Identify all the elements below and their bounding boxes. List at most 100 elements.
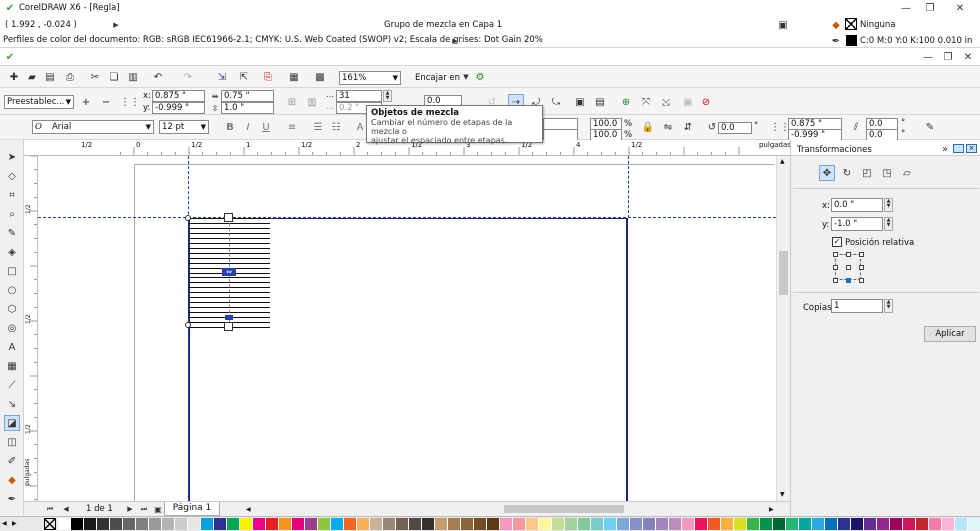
- prev-page-icon[interactable]: ◀: [58, 501, 74, 517]
- minimize-icon[interactable]: —: [898, 0, 914, 16]
- guideline-vertical-right[interactable]: [628, 156, 629, 218]
- docker-y-input[interactable]: -1.0 ": [831, 217, 883, 231]
- bullet-list-icon[interactable]: ☰: [310, 119, 326, 135]
- remove-preset-icon[interactable]: −: [98, 94, 114, 110]
- node-top-left[interactable]: [185, 215, 191, 221]
- palette-swatch[interactable]: [84, 518, 97, 530]
- palette-swatch[interactable]: [617, 518, 630, 530]
- palette-swatch[interactable]: [370, 518, 383, 530]
- palette-swatch[interactable]: [916, 518, 929, 530]
- palette-swatch[interactable]: [864, 518, 877, 530]
- anchor-grid[interactable]: [833, 252, 864, 283]
- save-icon[interactable]: ▤: [42, 69, 58, 85]
- palette-swatch[interactable]: [669, 518, 682, 530]
- palette-swatch[interactable]: [851, 518, 864, 530]
- vertical-scrollbar[interactable]: ▲ ▼: [776, 156, 790, 501]
- transparency-tool-icon[interactable]: ◫: [4, 434, 20, 450]
- palette-swatch[interactable]: [422, 518, 435, 530]
- rotation-input[interactable]: 0.0: [718, 122, 752, 134]
- numbered-list-icon[interactable]: ☷: [328, 119, 344, 135]
- text-options-icon[interactable]: ✎: [922, 119, 938, 135]
- maximize-icon[interactable]: ❐: [922, 0, 938, 16]
- more-blend-options-icon[interactable]: ⤩: [658, 94, 674, 110]
- skew-transform-icon[interactable]: ▱: [899, 165, 915, 181]
- palette-swatch[interactable]: [266, 518, 279, 530]
- docker-minimize-icon[interactable]: [953, 144, 964, 153]
- palette-swatch[interactable]: [929, 518, 942, 530]
- palette-swatch[interactable]: [903, 518, 916, 530]
- page-tab[interactable]: Página 1: [164, 502, 220, 516]
- palette-swatch[interactable]: [279, 518, 292, 530]
- docker-y-spinner[interactable]: ▲ ▼: [884, 217, 893, 231]
- size-transform-icon[interactable]: ◳: [879, 165, 895, 181]
- lock-ratio-icon[interactable]: ⊞: [284, 94, 300, 110]
- italic-icon[interactable]: I: [240, 119, 256, 135]
- no-color-swatch[interactable]: [44, 518, 56, 530]
- export-icon[interactable]: ⇱: [236, 69, 252, 85]
- apply-button[interactable]: Aplicar: [924, 326, 976, 342]
- palette-swatch[interactable]: [162, 518, 175, 530]
- palette-swatch[interactable]: [825, 518, 838, 530]
- cut-icon[interactable]: ✂: [87, 69, 103, 85]
- smart-fill-tool-icon[interactable]: ◈: [4, 244, 20, 260]
- dimension-tool-icon[interactable]: ⟋: [4, 377, 20, 393]
- basic-shapes-tool-icon[interactable]: ◎: [4, 320, 20, 336]
- palette-swatch[interactable]: [344, 518, 357, 530]
- welcome-screen-icon[interactable]: ▩: [312, 69, 328, 85]
- palette-swatch[interactable]: [58, 518, 71, 530]
- docker-x-spinner[interactable]: ▲ ▼: [884, 198, 893, 212]
- font-size-select[interactable]: 12 pt ▼: [159, 120, 209, 134]
- copies-spinner[interactable]: ▲ ▼: [884, 299, 893, 313]
- text-tool-icon[interactable]: A: [4, 339, 20, 355]
- scale-transform-icon[interactable]: ◰: [859, 165, 875, 181]
- palette-swatch[interactable]: [708, 518, 721, 530]
- palette-swatch[interactable]: [747, 518, 760, 530]
- palette-swatch[interactable]: [682, 518, 695, 530]
- palette-swatch[interactable]: [565, 518, 578, 530]
- connector-tool-icon[interactable]: ↘: [4, 396, 20, 412]
- palette-swatch[interactable]: [721, 518, 734, 530]
- palette-swatch[interactable]: [877, 518, 890, 530]
- shape-tool-icon[interactable]: ◇: [4, 168, 20, 184]
- palette-swatch[interactable]: [890, 518, 903, 530]
- table-tool-icon[interactable]: ▦: [4, 358, 20, 374]
- path-properties-icon[interactable]: ⤧: [638, 94, 654, 110]
- node-bottom-left[interactable]: [185, 322, 191, 328]
- palette-swatch[interactable]: [643, 518, 656, 530]
- fill-none-swatch[interactable]: [845, 18, 857, 30]
- palette-swatch[interactable]: [318, 518, 331, 530]
- doc-minimize-icon[interactable]: —: [920, 49, 936, 65]
- polygon-tool-icon[interactable]: ⬡: [4, 301, 20, 317]
- y-position-input[interactable]: -0.999 ": [152, 102, 205, 114]
- width-input[interactable]: 0.75 ": [221, 90, 274, 102]
- palette-swatch[interactable]: [799, 518, 812, 530]
- copy-icon[interactable]: ❏: [106, 69, 122, 85]
- guideline-horizontal[interactable]: [38, 217, 776, 218]
- palette-swatch[interactable]: [604, 518, 617, 530]
- palette-swatch[interactable]: [188, 518, 201, 530]
- palette-swatch[interactable]: [357, 518, 370, 530]
- accel-size-icon[interactable]: ▤: [592, 94, 608, 110]
- palette-swatch[interactable]: [955, 518, 968, 530]
- palette-swatch[interactable]: [110, 518, 123, 530]
- palette-swatch[interactable]: [461, 518, 474, 530]
- palette-swatch[interactable]: [97, 518, 110, 530]
- close-icon[interactable]: ✕: [952, 0, 968, 16]
- preset-select[interactable]: Preestablec... ▼: [4, 95, 74, 109]
- outline-tool-icon[interactable]: ✒: [4, 491, 20, 507]
- bold-icon[interactable]: B: [222, 119, 238, 135]
- new-icon[interactable]: ✚: [6, 69, 22, 85]
- zoom-tool-icon[interactable]: ⌕: [4, 206, 20, 222]
- docker-x-input[interactable]: 0.0 ": [831, 198, 883, 212]
- palette-swatch[interactable]: [838, 518, 851, 530]
- mirror-v-icon[interactable]: ⇵: [680, 119, 696, 135]
- start-end-icon[interactable]: ⊕: [618, 94, 634, 110]
- relative-position-checkbox[interactable]: ✓: [832, 237, 842, 247]
- counterclockwise-blend-icon[interactable]: ⤿: [548, 94, 564, 110]
- palette-swatch[interactable]: [526, 518, 539, 530]
- blend-steps-input[interactable]: 31: [336, 90, 382, 102]
- mirror-h-icon[interactable]: ⇋: [660, 119, 676, 135]
- blend-tool-icon[interactable]: ◪: [4, 415, 20, 431]
- palette-swatch[interactable]: [630, 518, 643, 530]
- freehand-tool-icon[interactable]: ✎: [4, 225, 20, 241]
